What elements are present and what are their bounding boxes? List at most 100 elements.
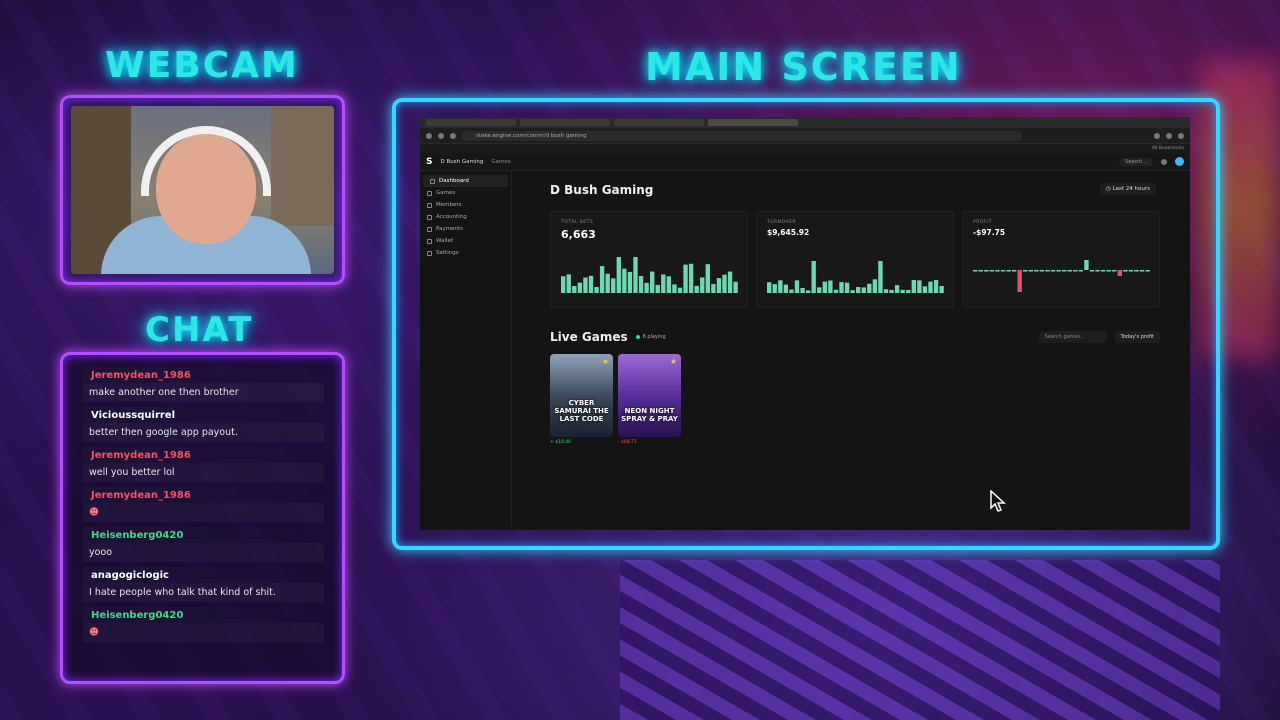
sparkline-bar (683, 264, 688, 293)
sparkline-bar (1095, 270, 1100, 272)
browser-tab-active[interactable] (708, 119, 798, 126)
sparkline-bar (677, 287, 683, 293)
sparkline-bar (783, 284, 789, 293)
settings-icon[interactable] (1161, 158, 1167, 165)
background-armor (620, 560, 1220, 720)
chat-username[interactable]: Jeremydean_1986 (91, 450, 191, 461)
workspace-selector[interactable]: D Bush Gaming (440, 159, 483, 165)
chat-username[interactable]: Jeremydean_1986 (91, 490, 191, 501)
accounting-icon (427, 214, 432, 220)
sparkline-bar (850, 290, 855, 293)
sidebar-item-payments[interactable]: Payments (420, 223, 511, 235)
chat-user-row: Vicioussquirrel (83, 407, 293, 423)
sparkline-bar (1078, 270, 1084, 272)
sparkline-bar (1062, 270, 1067, 272)
address-bar: stake.engine.com/comm/d bush gaming (420, 128, 1190, 144)
chat-username[interactable]: Vicioussquirrel (91, 410, 175, 421)
stake-logo[interactable]: S (426, 157, 432, 167)
sidebar-item-settings[interactable]: Settings (420, 247, 511, 259)
live-games-grid: ★ CYBER SAMURAI THE LAST CODE + $10.40 ★… (550, 354, 1160, 445)
chat-username[interactable]: Jeremydean_1986 (91, 370, 191, 381)
sparkline-bar (839, 282, 844, 293)
sparkline-bar (1023, 270, 1028, 272)
games-search-input[interactable]: Search games... (1038, 331, 1107, 343)
extension-icon[interactable] (1166, 132, 1172, 139)
webcam-headphones (141, 126, 271, 196)
sparkline-bar (722, 274, 727, 293)
stat-value: -$97.75 (973, 228, 1006, 237)
chat-text: better then google app payout. (83, 423, 324, 442)
sparkline-bar (661, 274, 666, 293)
sparkline-bar (928, 281, 933, 293)
stat-value: $9,645.92 (767, 228, 810, 237)
sparkline-bar (878, 261, 883, 293)
payments-icon (427, 226, 432, 232)
chat-message: Jeremydean_1986 make another one then bro… (83, 367, 324, 402)
sparkline-bar (727, 271, 733, 293)
live-count-label: 8 playing (642, 334, 666, 340)
webcam-frame (60, 95, 345, 285)
sparkline-bar (1011, 270, 1017, 272)
browser-tab[interactable] (520, 119, 610, 126)
chat-text: well you better lol (83, 463, 324, 482)
dashboard-icon (430, 178, 435, 184)
star-icon[interactable] (1154, 132, 1160, 139)
menu-icon[interactable] (1178, 132, 1184, 139)
games-sort-dropdown[interactable]: Today's profit (1114, 331, 1160, 343)
sidebar-item-games[interactable]: Games (420, 187, 511, 199)
favorite-star-icon[interactable]: ★ (602, 357, 609, 366)
chat-panel: Jeremydean_1986 make another one then bro… (60, 352, 345, 684)
members-icon (427, 202, 432, 208)
chat-text: I hate people who talk that kind of shit… (83, 583, 324, 602)
sparkline-bar (561, 276, 566, 293)
section-selector[interactable]: Games (491, 159, 510, 165)
emote-icon: ☻ (89, 627, 99, 638)
sparkline-bar (1039, 270, 1045, 272)
sparkline-bar (1000, 270, 1006, 272)
sidebar-item-accounting[interactable]: Accounting (420, 211, 511, 223)
sidebar-item-wallet[interactable]: Wallet (420, 235, 511, 247)
avatar[interactable] (1175, 157, 1184, 166)
chat-message: Vicioussquirrel better then google app pa… (83, 407, 324, 442)
chat-message: Heisenberg0420 yooo (83, 527, 324, 562)
app-search[interactable]: Search... (1119, 157, 1153, 166)
sidebar-item-label: Members (436, 202, 462, 208)
sparkline-bar (1089, 270, 1095, 272)
stat-card-total-bets: TOTAL BETS 6,663 (550, 211, 748, 308)
sparkline-bar (650, 271, 655, 293)
sparkline-bar (1067, 270, 1072, 272)
chat-username[interactable]: Heisenberg0420 (91, 530, 183, 541)
sparkline-bar (672, 284, 677, 293)
browser-tab[interactable] (614, 119, 704, 126)
sparkline-bar (1128, 270, 1134, 272)
chat-username[interactable]: anagogiclogic (91, 570, 169, 581)
sidebar-item-dashboard[interactable]: Dashboard (423, 175, 508, 187)
sidebar-item-members[interactable]: Members (420, 199, 511, 211)
sparkline-bar (917, 280, 922, 293)
sidebar-item-label: Accounting (436, 214, 467, 220)
favorite-star-icon[interactable]: ★ (670, 357, 677, 366)
reload-icon[interactable] (450, 132, 456, 139)
browser-tab[interactable] (426, 119, 516, 126)
time-range-button[interactable]: ◷ Last 24 hours (1100, 183, 1156, 195)
chat-user-row: Heisenberg0420 (83, 527, 293, 543)
sparkline-bar (1006, 270, 1011, 272)
time-range-label: Last 24 hours (1112, 186, 1150, 192)
sparkline-bar (1050, 270, 1056, 272)
forward-icon[interactable] (438, 132, 444, 139)
live-games-title: Live Games (550, 330, 628, 344)
chat-text: ☻ (83, 623, 324, 642)
back-icon[interactable] (426, 132, 432, 139)
sparkline-bar (583, 277, 588, 293)
game-tile-cyber-samurai[interactable]: ★ CYBER SAMURAI THE LAST CODE + $10.40 (550, 354, 613, 445)
sparkline-bar (856, 287, 861, 293)
sparkline-bar (577, 282, 583, 293)
sparkline-bar (805, 290, 811, 293)
game-tile-neon-night[interactable]: ★ NEON NIGHT SPRAY & PRAY - $68.71 (618, 354, 681, 445)
sparkline-bar (828, 280, 833, 293)
url-input[interactable]: stake.engine.com/comm/d bush gaming (462, 130, 1022, 141)
bookmarks-bar[interactable]: All Bookmarks (420, 144, 1190, 153)
sparkline-bar (978, 270, 983, 272)
chat-username[interactable]: Heisenberg0420 (91, 610, 183, 621)
sparkline-bar (1017, 270, 1022, 292)
